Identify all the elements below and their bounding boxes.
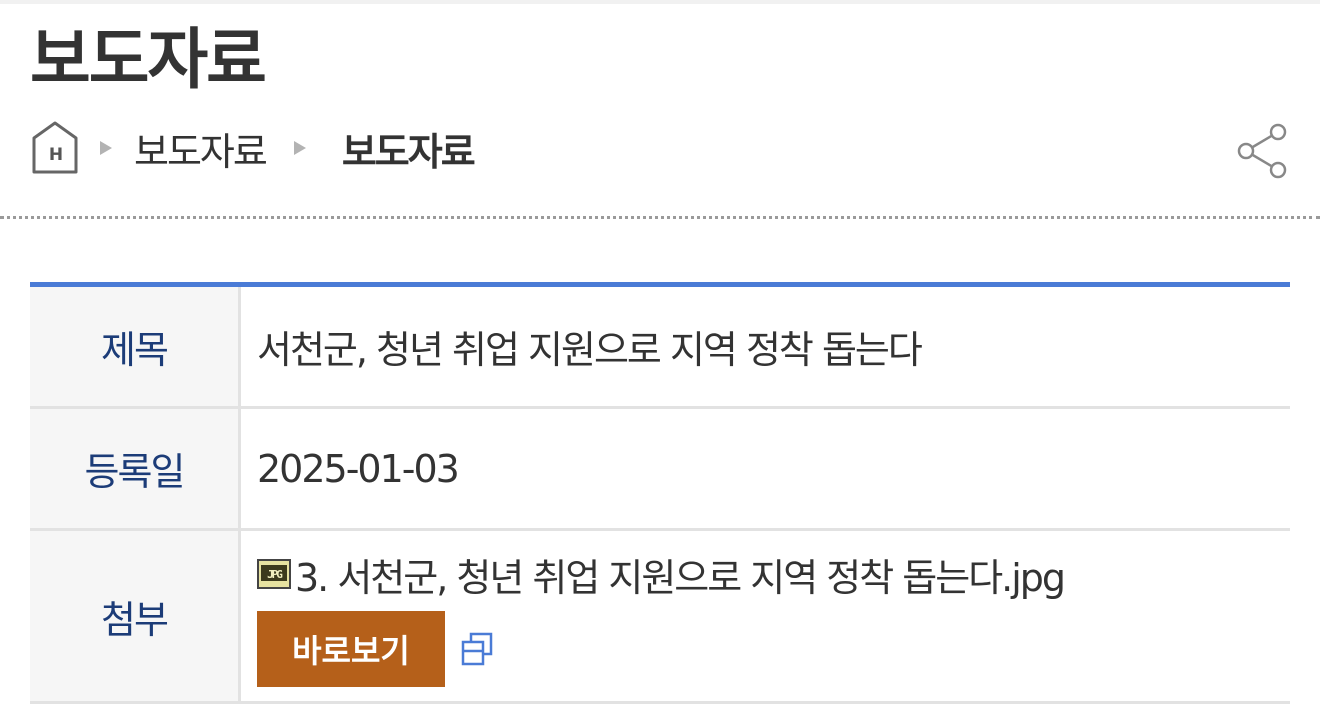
breadcrumb-item-current[interactable]: 보도자료	[342, 121, 476, 176]
attachment-cell: JPG 3. 서천군, 청년 취업 지원으로 지역 정착 돕는다.jpg 바로보…	[239, 529, 1290, 704]
preview-button[interactable]: 바로보기	[257, 611, 445, 687]
date-value: 2025-01-03	[239, 407, 1290, 531]
top-border	[0, 0, 1320, 4]
attachment-file[interactable]: JPG 3. 서천군, 청년 취업 지원으로 지역 정착 돕는다.jpg	[257, 545, 1290, 603]
page-title: 보도자료	[30, 21, 267, 98]
attachment-file-name[interactable]: 3. 서천군, 청년 취업 지원으로 지역 정착 돕는다.jpg	[295, 547, 1066, 602]
attachment-actions: 바로보기	[257, 611, 1290, 687]
new-window-icon[interactable]	[459, 630, 495, 668]
table-row-title: 제목 서천군, 청년 취업 지원으로 지역 정착 돕는다	[30, 284, 1290, 409]
table-row-date: 등록일 2025-01-03	[30, 407, 1290, 531]
table-row-attachment: 첨부 JPG 3. 서천군, 청년 취업 지원으로 지역 정착 돕는다.jpg …	[30, 529, 1290, 704]
title-label: 제목	[30, 284, 241, 409]
section-divider	[0, 216, 1320, 219]
svg-text:JPG: JPG	[267, 568, 283, 581]
breadcrumb-item-press-release[interactable]: 보도자료	[134, 121, 268, 176]
date-label: 등록일	[30, 407, 241, 531]
attachment-label: 첨부	[30, 529, 241, 704]
home-icon[interactable]: H	[30, 120, 80, 176]
breadcrumb-separator-icon	[100, 141, 112, 155]
jpg-file-icon: JPG	[257, 559, 291, 589]
share-icon[interactable]	[1234, 120, 1290, 182]
press-release-detail-table: 제목 서천군, 청년 취업 지원으로 지역 정착 돕는다 등록일 2025-01…	[30, 282, 1290, 704]
svg-text:H: H	[49, 145, 62, 165]
title-value: 서천군, 청년 취업 지원으로 지역 정착 돕는다	[239, 284, 1290, 409]
breadcrumb: H 보도자료 보도자료	[30, 118, 476, 178]
breadcrumb-separator-icon	[293, 141, 306, 155]
